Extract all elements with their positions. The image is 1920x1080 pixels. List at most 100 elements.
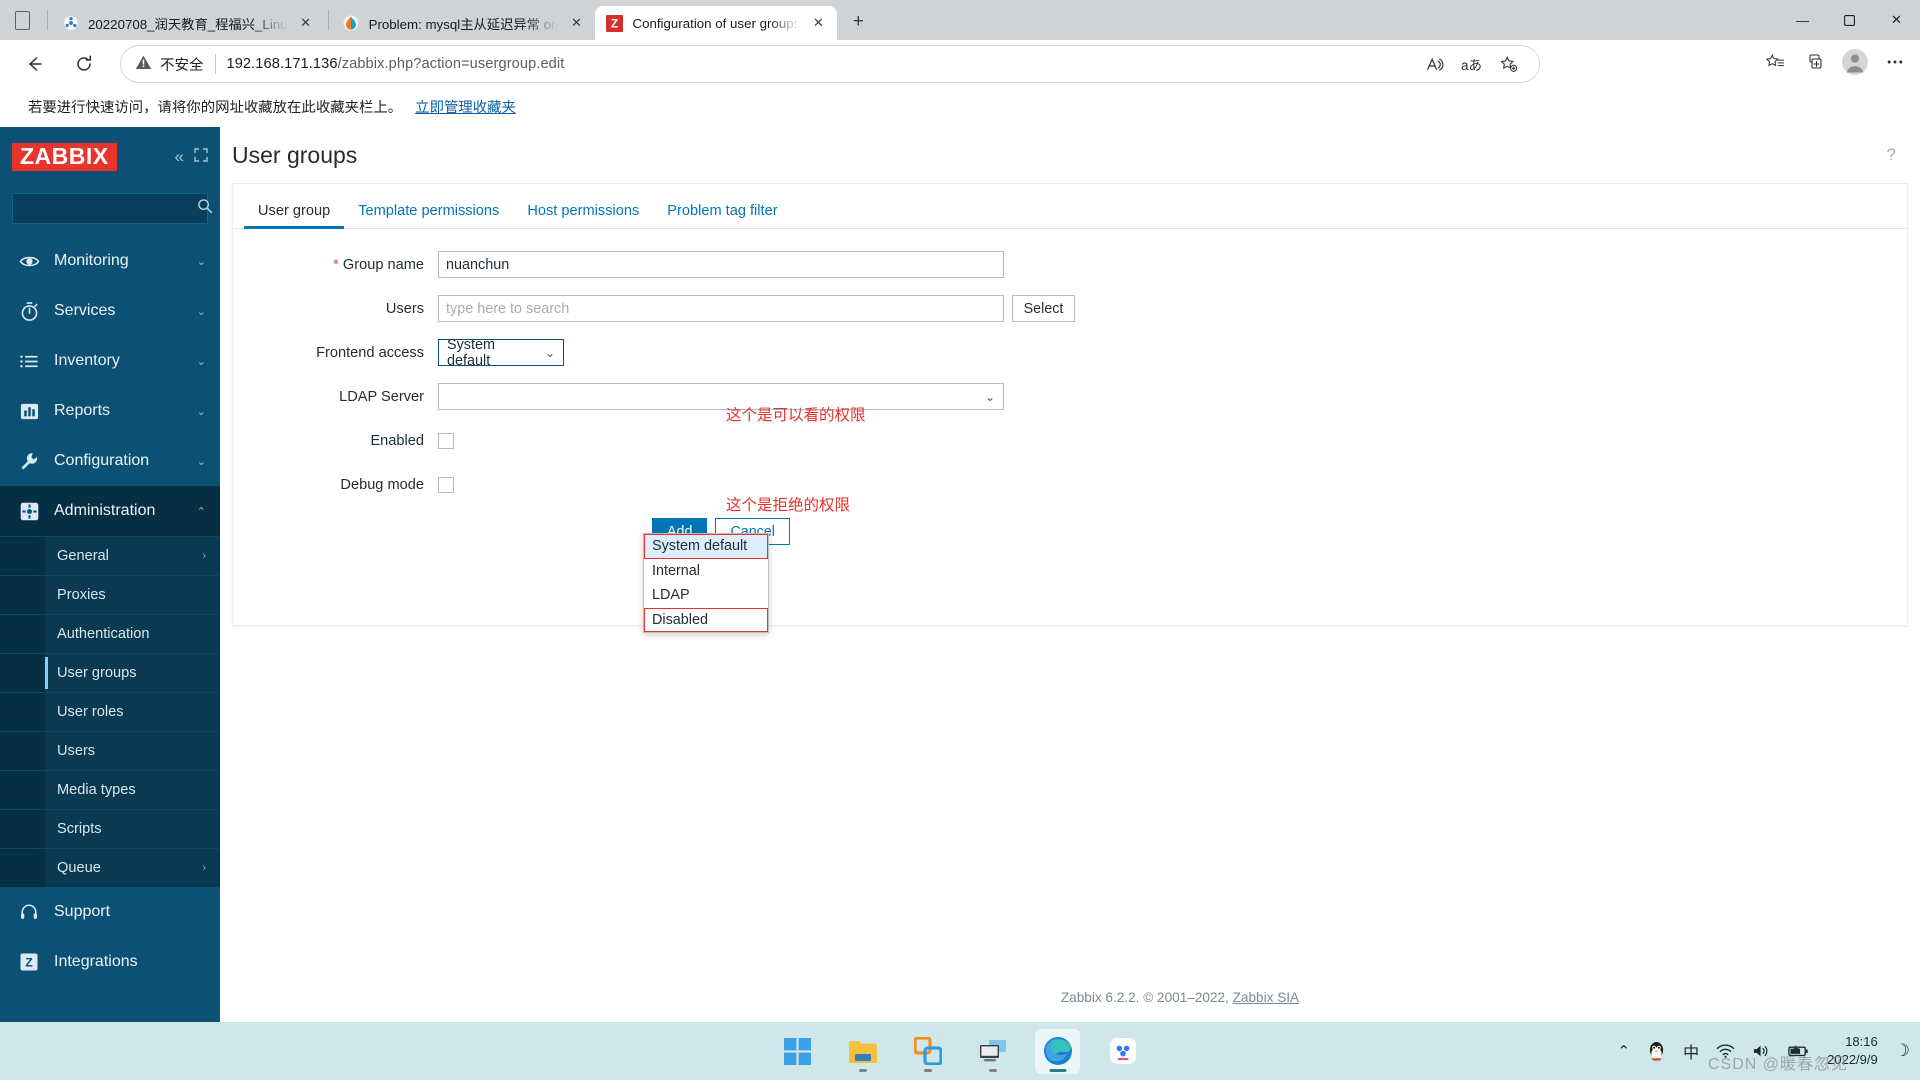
chevron-down-icon: ⌄ — [196, 355, 206, 368]
tab-search-icon[interactable] — [0, 0, 44, 40]
sidebar-item-user-roles[interactable]: User roles — [0, 692, 220, 731]
sidebar-header-buttons: « — [175, 147, 208, 167]
collections-icon[interactable] — [1798, 45, 1832, 79]
page-title: User groups — [232, 141, 358, 168]
dropdown-option-internal[interactable]: Internal — [644, 559, 768, 584]
file-explorer-icon[interactable] — [840, 1029, 885, 1074]
submenu-label: Queue — [57, 860, 101, 876]
frontend-access-dropdown[interactable]: System default Internal LDAP Disabled — [643, 533, 769, 634]
ime-indicator[interactable]: 中 — [1683, 1039, 1699, 1063]
sidebar-item-label: Support — [54, 903, 111, 920]
chevron-right-icon: › — [202, 862, 206, 874]
not-secure-indicator[interactable]: 不安全 — [135, 54, 204, 75]
notification-center-icon[interactable]: ☽ — [1895, 1041, 1910, 1061]
sidebar-item-reports[interactable]: Reports ⌄ — [0, 386, 220, 436]
field-row-group-name: * Group name — [233, 251, 1907, 278]
frontend-access-label: Frontend access — [316, 344, 424, 361]
sidebar-item-support[interactable]: Support — [0, 887, 220, 937]
footer-text: Zabbix 6.2.2. © 2001–2022, — [1060, 990, 1233, 1005]
sidebar-item-user-groups[interactable]: User groups — [0, 653, 220, 692]
baidu-netdisk-icon[interactable] — [1100, 1029, 1145, 1074]
sidebar-item-users[interactable]: Users — [0, 731, 220, 770]
maximize-button[interactable] — [1826, 0, 1873, 40]
toolbar-right-actions — [1758, 45, 1912, 79]
profile-avatar[interactable] — [1838, 45, 1872, 79]
sidebar-item-integrations[interactable]: Z Integrations — [0, 937, 220, 987]
tab-user-group[interactable]: User group — [244, 196, 345, 229]
tab-template-permissions[interactable]: Template permissions — [344, 196, 513, 228]
minimize-button[interactable]: — — [1779, 0, 1826, 40]
tray-expand-chevron-icon[interactable]: ⌃ — [1618, 1042, 1631, 1060]
read-aloud-icon[interactable] — [1418, 49, 1451, 79]
close-icon[interactable]: ✕ — [809, 14, 827, 32]
zabbix-logo[interactable]: ZABBIX — [12, 143, 117, 171]
hide-sidebar-icon[interactable] — [194, 147, 208, 167]
sidebar-item-general[interactable]: General › — [0, 536, 220, 575]
label-text: Group name — [342, 256, 424, 273]
address-bar[interactable]: 不安全 192.168.171.136/zabbix.php?action=us… — [120, 45, 1540, 83]
annotation-allowed-permission: 这个是可以看的权限 — [726, 407, 866, 424]
svg-text:Z: Z — [611, 18, 618, 30]
search-icon[interactable] — [197, 198, 213, 219]
manage-favorites-link[interactable]: 立即管理收藏夹 — [415, 96, 516, 117]
reload-button[interactable] — [64, 47, 104, 81]
zabbix-sia-link[interactable]: Zabbix SIA — [1233, 990, 1300, 1005]
debug-mode-label: Debug mode — [340, 476, 424, 493]
ldap-server-select[interactable]: ⌄ — [438, 383, 1004, 410]
field-row-enabled: Enabled — [233, 427, 1907, 454]
selected-value: System default — [447, 336, 495, 369]
sidebar-item-inventory[interactable]: Inventory ⌄ — [0, 336, 220, 386]
sidebar-item-media-types[interactable]: Media types — [0, 770, 220, 809]
divider — [327, 10, 329, 30]
select-users-button[interactable]: Select — [1012, 295, 1075, 322]
group-name-label: * Group name — [233, 257, 438, 273]
users-input[interactable] — [438, 295, 1004, 322]
sidebar-item-proxies[interactable]: Proxies — [0, 575, 220, 614]
add-favorite-icon[interactable] — [1492, 49, 1525, 79]
remote-desktop-icon[interactable] — [970, 1029, 1015, 1074]
close-icon[interactable]: ✕ — [567, 14, 585, 32]
close-window-button[interactable]: ✕ — [1873, 0, 1920, 40]
dropdown-option-disabled[interactable]: Disabled — [644, 607, 768, 633]
submenu-label: Scripts — [57, 821, 102, 837]
collapse-sidebar-icon[interactable]: « — [175, 147, 184, 167]
frontend-access-select[interactable]: System default ⌄ — [438, 336, 564, 369]
sidebar-item-queue[interactable]: Queue › — [0, 848, 220, 887]
browser-tab-3[interactable]: Z Configuration of user groups ✕ — [595, 6, 838, 40]
tab-strip: 20220708_润天教育_程福兴_Linu ✕ Problem: mysql主… — [0, 0, 1920, 40]
debug-mode-checkbox[interactable] — [438, 476, 454, 493]
vmware-workstation-icon[interactable] — [905, 1029, 950, 1074]
browser-tab-1[interactable]: 20220708_润天教育_程福兴_Linu ✕ — [51, 6, 325, 40]
taskbar-icons — [775, 1028, 1145, 1074]
search-input[interactable] — [21, 201, 197, 216]
microsoft-edge-icon[interactable] — [1035, 1028, 1080, 1074]
group-name-input[interactable] — [438, 251, 1004, 278]
sidebar-item-authentication[interactable]: Authentication — [0, 614, 220, 653]
sidebar-item-administration[interactable]: Administration ⌃ — [0, 486, 220, 536]
new-tab-button[interactable]: + — [843, 7, 873, 37]
close-icon[interactable]: ✕ — [297, 14, 315, 32]
sidebar-item-monitoring[interactable]: Monitoring ⌄ — [0, 236, 220, 286]
tab-host-permissions[interactable]: Host permissions — [513, 196, 653, 228]
translate-icon[interactable]: aあ — [1455, 49, 1488, 79]
sidebar-item-scripts[interactable]: Scripts — [0, 809, 220, 848]
qq-penguin-icon[interactable] — [1647, 1041, 1666, 1062]
dropdown-option-ldap[interactable]: LDAP — [644, 583, 768, 608]
running-indicator — [988, 1068, 997, 1072]
zabbix-problem-icon — [343, 15, 360, 32]
submenu-label: Users — [57, 743, 96, 759]
browser-tab-2[interactable]: Problem: mysql主从延迟异常 on ✕ — [332, 6, 596, 40]
help-icon[interactable]: ? — [1887, 145, 1896, 165]
settings-menu-icon[interactable] — [1878, 45, 1912, 79]
dropdown-option-system-default[interactable]: System default — [644, 534, 768, 559]
favorites-icon[interactable] — [1758, 45, 1792, 79]
sidebar-search[interactable] — [12, 193, 213, 224]
back-button[interactable] — [14, 47, 54, 81]
tab-problem-tag-filter[interactable]: Problem tag filter — [653, 196, 791, 228]
sidebar-item-label: Configuration — [54, 452, 150, 469]
start-windows-icon[interactable] — [775, 1029, 820, 1074]
sidebar-item-services[interactable]: Services ⌄ — [0, 286, 220, 336]
sidebar-item-configuration[interactable]: Configuration ⌄ — [0, 436, 220, 486]
wrench-icon — [18, 451, 40, 472]
enabled-checkbox[interactable] — [438, 432, 454, 449]
